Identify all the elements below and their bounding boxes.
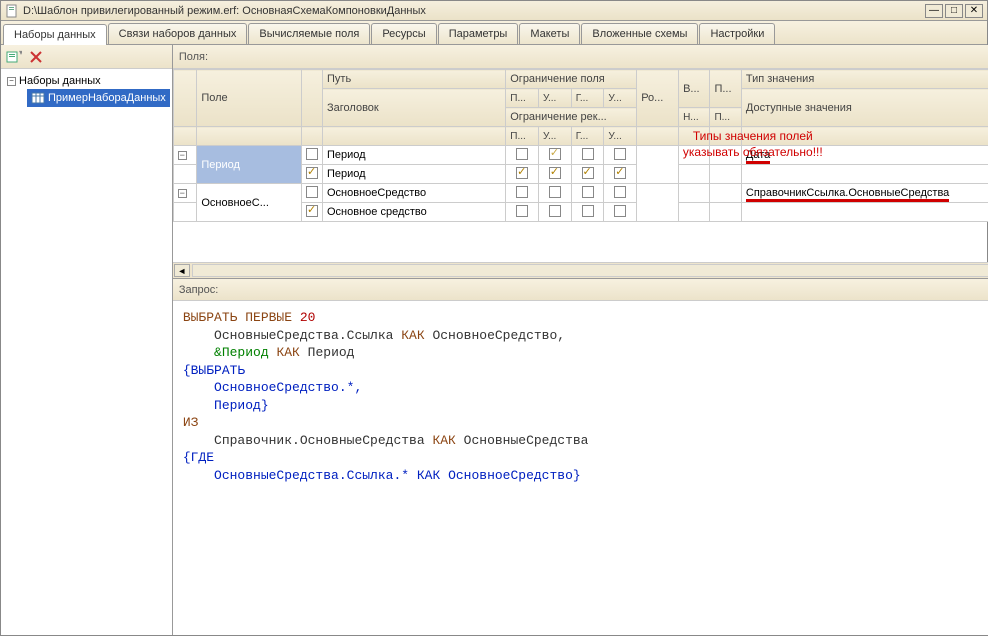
- cell-role[interactable]: [637, 184, 679, 222]
- tab-dataset-links[interactable]: Связи наборов данных: [108, 23, 248, 44]
- query-editor[interactable]: ВЫБРАТЬ ПЕРВЫЕ 20 ОсновныеСредства.Ссылк…: [173, 301, 988, 635]
- col-avail[interactable]: Доступные значения: [741, 89, 988, 127]
- query-text[interactable]: ВЫБРАТЬ ПЕРВЫЕ 20 ОсновныеСредства.Ссылк…: [183, 309, 988, 627]
- col-check[interactable]: П...: [710, 70, 741, 108]
- col-field[interactable]: Поле: [197, 70, 302, 127]
- sub-p-r[interactable]: П...: [506, 127, 539, 146]
- cell-path[interactable]: Основное средство: [323, 203, 506, 222]
- cell-check[interactable]: [302, 165, 323, 184]
- cell-cb[interactable]: [571, 165, 604, 184]
- col-type[interactable]: Тип значения: [741, 70, 988, 89]
- query-header: Запрос: Конструктор запроса...: [173, 279, 988, 301]
- titlebar-text: D:\Шаблон привилегированный режим.erf: О…: [23, 5, 925, 17]
- row-expander[interactable]: −: [173, 146, 197, 165]
- col-role[interactable]: Ро...: [637, 70, 679, 127]
- fields-label: Поля:: [179, 51, 988, 63]
- cell-cb[interactable]: [538, 165, 571, 184]
- cell-cb[interactable]: [604, 203, 637, 222]
- scroll-track[interactable]: [192, 264, 988, 277]
- sub-u[interactable]: У...: [538, 89, 571, 108]
- cell-cb[interactable]: [506, 203, 539, 222]
- sub-u2-r[interactable]: У...: [604, 127, 637, 146]
- cell-cb[interactable]: [571, 203, 604, 222]
- col-restrict-rec[interactable]: Ограничение рек...: [506, 108, 637, 127]
- svg-text:▾: ▾: [19, 49, 22, 57]
- tree-collapse-icon[interactable]: −: [7, 77, 16, 86]
- cell-cb[interactable]: [604, 184, 637, 203]
- table-row[interactable]: − ОсновноеС... ОсновноеСредство Справочн…: [173, 184, 988, 203]
- col-restrict-field[interactable]: Ограничение поля: [506, 70, 637, 89]
- tab-templates[interactable]: Макеты: [519, 23, 580, 44]
- cell-expr[interactable]: [679, 146, 710, 165]
- cell-path[interactable]: Период: [323, 146, 506, 165]
- scroll-left-icon[interactable]: ◄: [174, 264, 190, 277]
- col-header[interactable]: Заголовок: [323, 89, 506, 127]
- sidebar-toolbar: ▾: [1, 45, 172, 69]
- cell-cb[interactable]: [571, 146, 604, 165]
- tab-calc-fields[interactable]: Вычисляемые поля: [248, 23, 370, 44]
- close-button[interactable]: ✕: [965, 4, 983, 18]
- col-path[interactable]: Путь: [323, 70, 506, 89]
- sub-u-r[interactable]: У...: [538, 127, 571, 146]
- tree-item-dataset[interactable]: ПримерНабораДанных: [27, 89, 170, 107]
- col-expr[interactable]: В...: [679, 70, 710, 108]
- fields-grid[interactable]: Поле Путь Ограничение поля Ро... В... П.…: [173, 69, 988, 222]
- dataset-tree: − Наборы данных ПримерНабораДанных: [1, 69, 172, 635]
- sub-g-r[interactable]: Г...: [571, 127, 604, 146]
- fields-toolbar: Поля:: [173, 45, 988, 69]
- maximize-button[interactable]: □: [945, 4, 963, 18]
- cell-cb[interactable]: [538, 203, 571, 222]
- titlebar: D:\Шаблон привилегированный режим.erf: О…: [1, 1, 987, 21]
- cell-cb[interactable]: [538, 184, 571, 203]
- cell-cb[interactable]: [538, 146, 571, 165]
- cell-check[interactable]: [302, 184, 323, 203]
- cell-role[interactable]: [637, 146, 679, 184]
- tab-settings[interactable]: Настройки: [699, 23, 775, 44]
- sub-g[interactable]: Г...: [571, 89, 604, 108]
- sub-p[interactable]: П...: [506, 89, 539, 108]
- cell-type[interactable]: СправочникСсылка.ОсновныеСредства: [741, 184, 988, 203]
- tab-datasets[interactable]: Наборы данных: [3, 24, 107, 45]
- cell-field[interactable]: Период: [197, 146, 302, 184]
- cell-cb[interactable]: [604, 146, 637, 165]
- sub-n[interactable]: Н...: [679, 108, 710, 127]
- tab-nested-schemas[interactable]: Вложенные схемы: [581, 23, 698, 44]
- window-buttons: — □ ✕: [925, 4, 983, 18]
- cell-cb[interactable]: [604, 165, 637, 184]
- sub-u2[interactable]: У...: [604, 89, 637, 108]
- cell-cb[interactable]: [506, 146, 539, 165]
- fields-grid-area: Поле Путь Ограничение поля Ро... В... П.…: [173, 69, 988, 279]
- tree-root[interactable]: − Наборы данных: [3, 73, 170, 89]
- cell-check[interactable]: [302, 146, 323, 165]
- main-tabs: Наборы данных Связи наборов данных Вычис…: [1, 21, 987, 45]
- tab-parameters[interactable]: Параметры: [438, 23, 519, 44]
- sidebar: ▾ − Наборы данных ПримерНабораДанных: [1, 45, 173, 635]
- cell-cb[interactable]: [571, 184, 604, 203]
- doc-icon: [5, 4, 19, 18]
- sub-p2[interactable]: П...: [710, 108, 741, 127]
- cell-field[interactable]: ОсновноеС...: [197, 184, 302, 222]
- cell-cb[interactable]: [506, 184, 539, 203]
- tab-resources[interactable]: Ресурсы: [371, 23, 436, 44]
- minimize-button[interactable]: —: [925, 4, 943, 18]
- tree-item-label: ПримерНабораДанных: [48, 92, 166, 104]
- delete-icon[interactable]: [27, 48, 45, 66]
- cell-path[interactable]: Период: [323, 165, 506, 184]
- cell-cb[interactable]: [506, 165, 539, 184]
- table-row[interactable]: − Период Период Дата: [173, 146, 988, 165]
- table-icon: [31, 91, 45, 105]
- cell-type[interactable]: Дата: [741, 146, 988, 165]
- grid-hscroll[interactable]: ◄ ►: [173, 262, 988, 278]
- add-dataset-icon[interactable]: ▾: [5, 48, 23, 66]
- query-label: Запрос:: [179, 284, 988, 296]
- cell-path[interactable]: ОсновноеСредство: [323, 184, 506, 203]
- cell-check[interactable]: [302, 203, 323, 222]
- row-expander[interactable]: −: [173, 184, 197, 203]
- tree-root-label: Наборы данных: [19, 75, 101, 87]
- cell-check2[interactable]: [710, 146, 741, 165]
